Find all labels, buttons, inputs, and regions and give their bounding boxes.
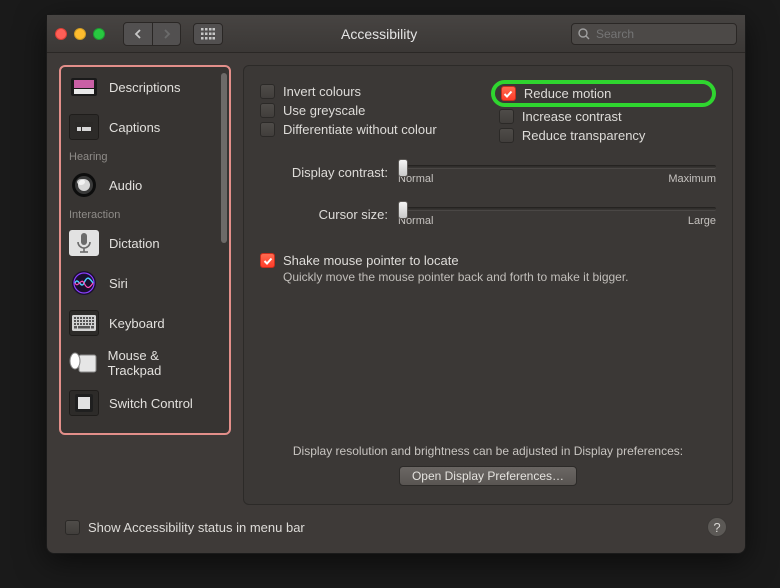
search-icon: [578, 28, 590, 40]
reduce-motion-checkbox[interactable]: Reduce motion: [501, 86, 611, 101]
sidebar-item-label: Descriptions: [109, 80, 181, 95]
sidebar-item-descriptions[interactable]: Descriptions: [61, 67, 219, 107]
cursor-size-row: Cursor size: Normal Large: [260, 207, 716, 227]
sidebar-group-hearing: Hearing: [61, 147, 219, 165]
invert-colours-checkbox[interactable]: Invert colours: [260, 84, 499, 99]
reduce-transparency-checkbox[interactable]: Reduce transparency: [499, 128, 716, 143]
zoom-window-button[interactable]: [93, 28, 105, 40]
window-footer: Show Accessibility status in menu bar ?: [47, 517, 745, 553]
cursor-size-label: Cursor size:: [260, 207, 388, 222]
dictation-icon: [69, 230, 99, 256]
show-all-preferences-button[interactable]: [193, 23, 223, 45]
differentiate-colour-checkbox[interactable]: Differentiate without colour: [260, 122, 499, 137]
window-body: Descriptions Captions Hearing Audio Inte…: [47, 53, 745, 517]
checkbox-label: Reduce transparency: [522, 128, 646, 143]
sidebar-item-mouse-trackpad[interactable]: Mouse & Trackpad: [61, 343, 219, 383]
sidebar-item-audio[interactable]: Audio: [61, 165, 219, 205]
sidebar-item-keyboard[interactable]: Keyboard: [61, 303, 219, 343]
sidebar-item-label: Captions: [109, 120, 160, 135]
minimize-window-button[interactable]: [74, 28, 86, 40]
sidebar-item-label: Switch Control: [109, 396, 193, 411]
nav-buttons: [123, 22, 181, 46]
checkmark-icon: [503, 89, 513, 99]
sidebar-item-label: Mouse & Trackpad: [108, 348, 211, 378]
sidebar-item-siri[interactable]: Siri: [61, 263, 219, 303]
sidebar-scrollbar[interactable]: [221, 73, 227, 427]
reduce-motion-highlight: Reduce motion: [491, 80, 716, 107]
display-contrast-label: Display contrast:: [260, 165, 388, 180]
titlebar: Accessibility: [47, 15, 745, 53]
sidebar-item-dictation[interactable]: Dictation: [61, 223, 219, 263]
sidebar: Descriptions Captions Hearing Audio Inte…: [61, 67, 229, 433]
search-field[interactable]: [571, 23, 737, 45]
show-accessibility-status-checkbox[interactable]: Show Accessibility status in menu bar: [65, 520, 305, 535]
sidebar-item-label: Audio: [109, 178, 142, 193]
increase-contrast-checkbox[interactable]: Increase contrast: [499, 109, 716, 124]
siri-icon: [69, 270, 99, 296]
slider-max-label: Maximum: [668, 173, 716, 185]
checkbox-label: Reduce motion: [524, 86, 611, 101]
checkbox-label: Increase contrast: [522, 109, 622, 124]
sidebar-item-label: Keyboard: [109, 316, 165, 331]
sidebar-item-switch-control[interactable]: Switch Control: [61, 383, 219, 423]
display-contrast-slider[interactable]: [398, 165, 716, 169]
help-button[interactable]: ?: [707, 517, 727, 537]
slider-knob[interactable]: [398, 201, 408, 219]
checkmark-icon: [263, 256, 273, 266]
checkbox-label: Shake mouse pointer to locate: [283, 253, 459, 268]
accessibility-window: Accessibility Descriptions Captio: [46, 14, 746, 554]
chevron-right-icon: [163, 29, 171, 39]
sidebar-item-label: Siri: [109, 276, 128, 291]
window-controls: [55, 28, 105, 40]
checkbox-label: Differentiate without colour: [283, 122, 437, 137]
close-window-button[interactable]: [55, 28, 67, 40]
sidebar-group-interaction: Interaction: [61, 205, 219, 223]
forward-button[interactable]: [152, 23, 180, 45]
shake-pointer-checkbox[interactable]: Shake mouse pointer to locate: [260, 253, 716, 268]
shake-pointer-description: Quickly move the mouse pointer back and …: [283, 270, 716, 284]
keyboard-icon: [69, 310, 99, 336]
slider-max-label: Large: [688, 215, 716, 227]
window-title: Accessibility: [341, 26, 417, 42]
slider-knob[interactable]: [398, 159, 408, 177]
display-checkboxes: Invert colours Use greyscale Differentia…: [260, 84, 716, 143]
checkbox-label: Use greyscale: [283, 103, 365, 118]
scrollbar-thumb[interactable]: [221, 73, 227, 243]
sidebar-highlight-frame: Descriptions Captions Hearing Audio Inte…: [59, 65, 231, 435]
switch-control-icon: [69, 390, 99, 416]
audio-icon: [69, 172, 99, 198]
grid-icon: [201, 28, 215, 40]
descriptions-icon: [69, 74, 99, 100]
search-input[interactable]: [596, 27, 730, 41]
cursor-size-slider[interactable]: [398, 207, 716, 211]
captions-icon: [69, 114, 99, 140]
checkbox-label: Invert colours: [283, 84, 361, 99]
chevron-left-icon: [134, 29, 142, 39]
open-display-preferences-button[interactable]: Open Display Preferences…: [399, 466, 577, 486]
shake-pointer-block: Shake mouse pointer to locate Quickly mo…: [260, 253, 716, 284]
main-panel: Invert colours Use greyscale Differentia…: [243, 65, 733, 505]
checkbox-label: Show Accessibility status in menu bar: [88, 520, 305, 535]
sidebar-item-captions[interactable]: Captions: [61, 107, 219, 147]
display-contrast-row: Display contrast: Normal Maximum: [260, 165, 716, 185]
display-preferences-note: Display resolution and brightness can be…: [260, 444, 716, 458]
sidebar-item-label: Dictation: [109, 236, 160, 251]
mouse-trackpad-icon: [69, 350, 98, 376]
use-greyscale-checkbox[interactable]: Use greyscale: [260, 103, 499, 118]
back-button[interactable]: [124, 23, 152, 45]
